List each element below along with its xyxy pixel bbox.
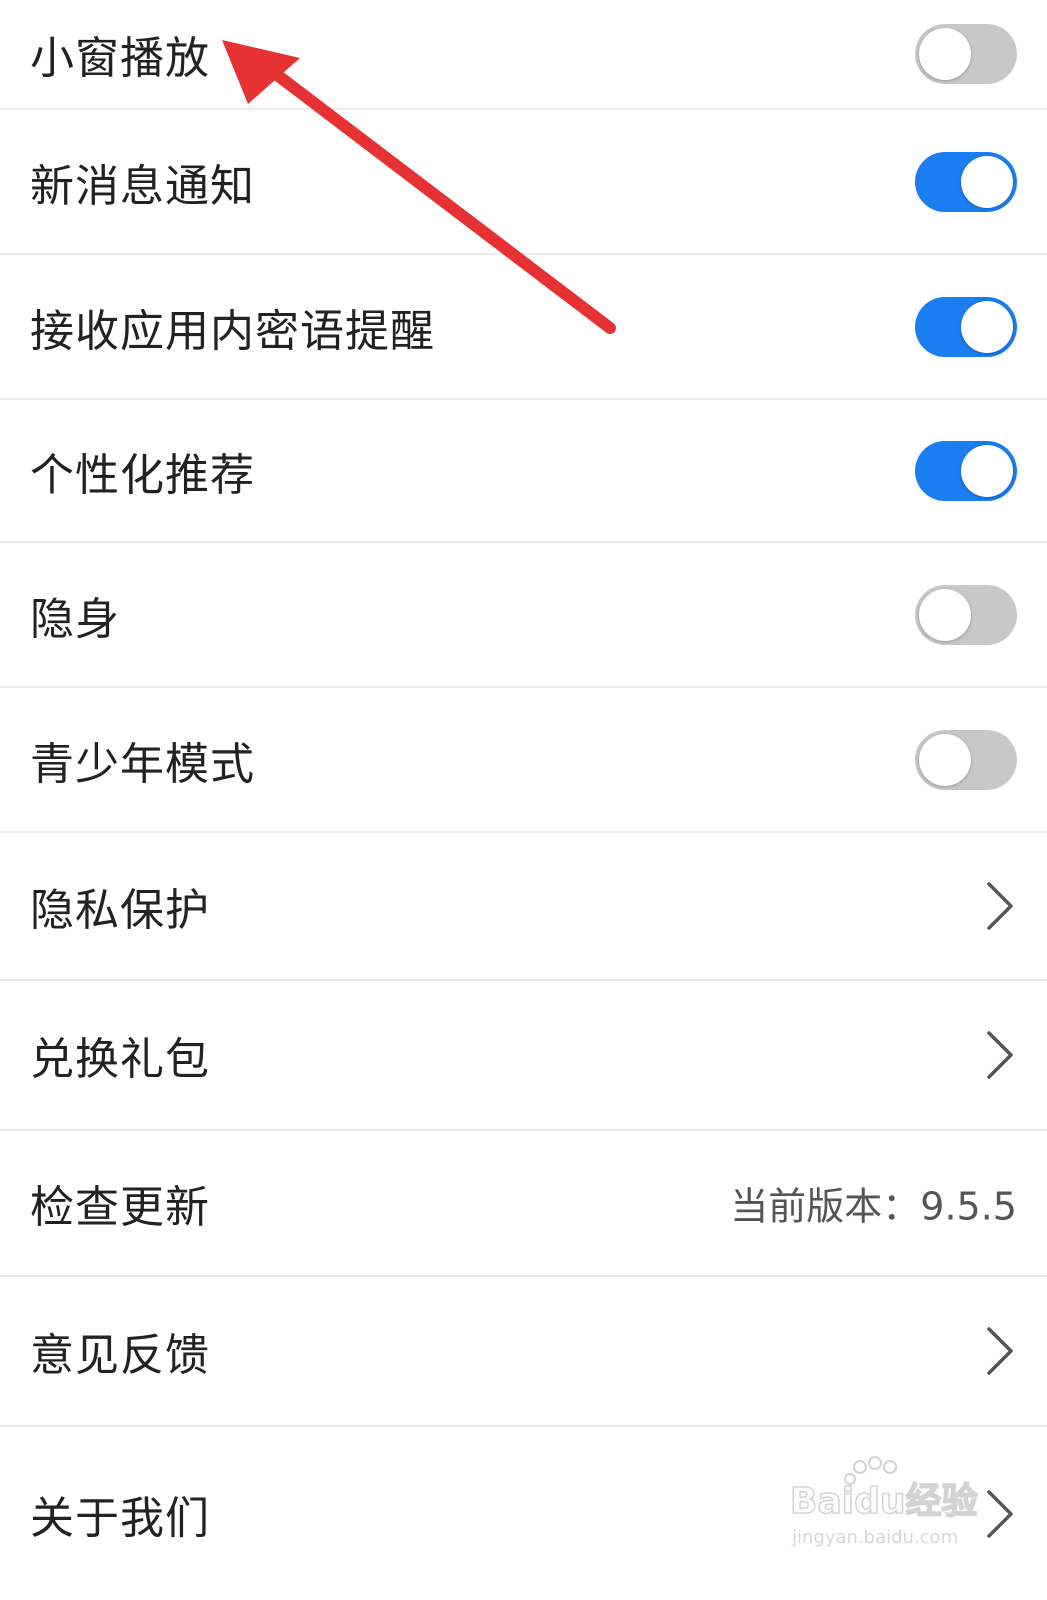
setting-row-invisible[interactable]: 隐身 <box>0 543 1047 688</box>
setting-label: 隐身 <box>30 593 120 645</box>
setting-row-check-update[interactable]: 检查更新 当前版本：9.5.5 <box>0 1131 1047 1277</box>
chevron-right-icon <box>987 1327 1013 1375</box>
setting-label: 关于我们 <box>30 1492 210 1544</box>
invisible-toggle[interactable] <box>915 584 1017 645</box>
setting-label: 隐私保护 <box>30 885 210 936</box>
setting-label: 意见反馈 <box>30 1330 210 1381</box>
toggle-knob <box>961 300 1013 353</box>
setting-label: 新消息通知 <box>30 160 255 212</box>
toggle-knob <box>961 155 1013 208</box>
setting-row-feedback[interactable]: 意见反馈 <box>0 1277 1047 1427</box>
chevron-right-icon <box>987 1031 1013 1079</box>
whisper-reminder-toggle[interactable] <box>915 296 1017 357</box>
toggle-knob <box>919 28 971 80</box>
setting-row-privacy-protection[interactable]: 隐私保护 <box>0 833 1047 981</box>
mini-window-toggle[interactable] <box>915 24 1017 84</box>
setting-label: 接收应用内密语提醒 <box>30 305 435 357</box>
toggle-knob <box>961 444 1013 497</box>
personalized-recommend-toggle[interactable] <box>915 440 1017 501</box>
setting-label: 小窗播放 <box>30 33 210 84</box>
setting-label: 个性化推荐 <box>30 449 255 501</box>
setting-row-redeem-gift[interactable]: 兑换礼包 <box>0 981 1047 1131</box>
chevron-right-icon <box>987 1489 1013 1538</box>
setting-label: 检查更新 <box>30 1182 210 1233</box>
new-message-notify-toggle[interactable] <box>915 151 1017 212</box>
setting-row-personalized-recommend[interactable]: 个性化推荐 <box>0 400 1047 543</box>
setting-row-new-message-notify[interactable]: 新消息通知 <box>0 110 1047 255</box>
chevron-right-icon <box>987 882 1013 930</box>
setting-row-about-us[interactable]: 关于我们 <box>0 1427 1047 1600</box>
setting-row-whisper-reminder[interactable]: 接收应用内密语提醒 <box>0 255 1047 400</box>
teen-mode-toggle[interactable] <box>915 729 1017 790</box>
setting-row-teen-mode[interactable]: 青少年模式 <box>0 688 1047 833</box>
toggle-knob <box>919 588 971 641</box>
toggle-knob <box>919 733 971 786</box>
setting-row-mini-window[interactable]: 小窗播放 <box>0 0 1047 110</box>
current-version-value: 当前版本：9.5.5 <box>730 1184 1017 1229</box>
setting-label: 兑换礼包 <box>30 1034 210 1085</box>
setting-label: 青少年模式 <box>30 738 255 790</box>
settings-list: 小窗播放 新消息通知 接收应用内密语提醒 个性化推荐 隐身 青少年模式 隐私保护… <box>0 0 1047 1600</box>
